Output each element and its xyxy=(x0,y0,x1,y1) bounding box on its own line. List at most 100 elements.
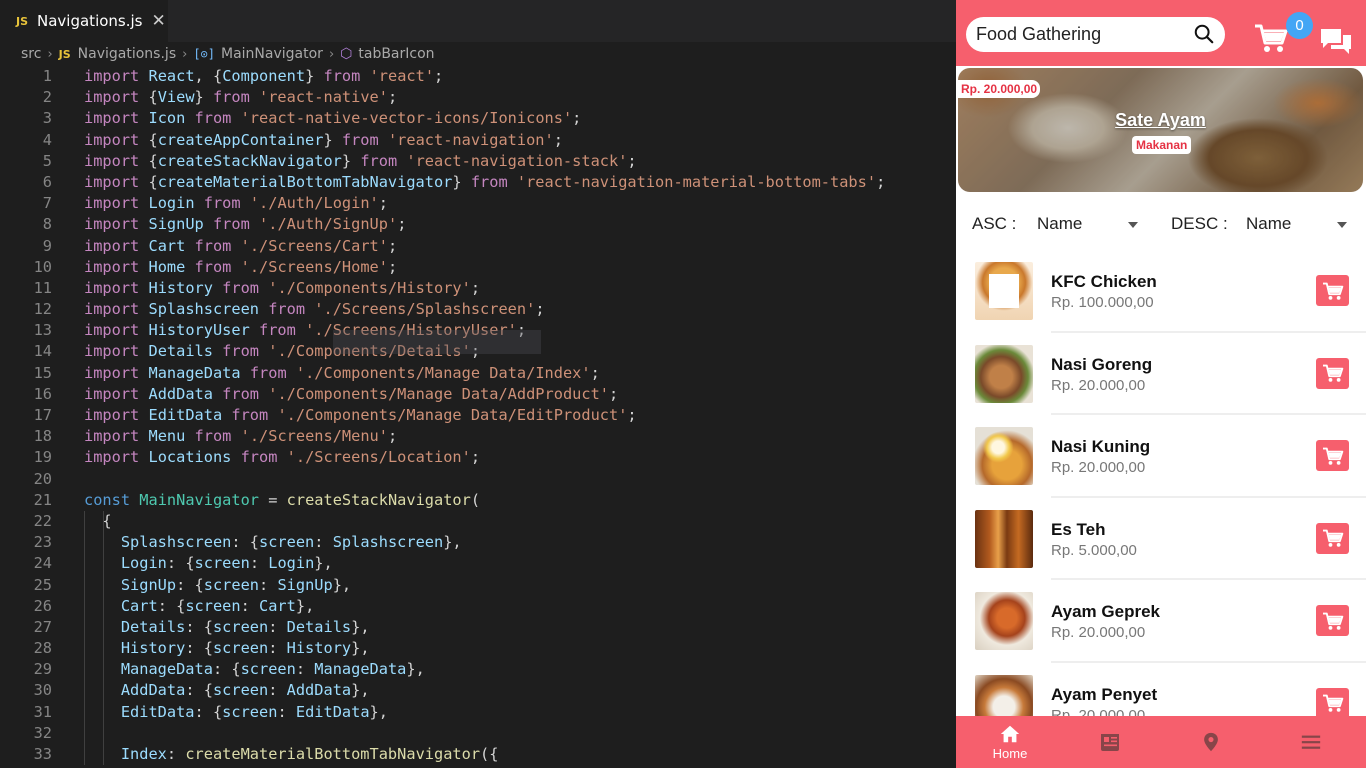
code-token: SignUp xyxy=(120,575,177,594)
code-token: { xyxy=(139,88,158,107)
breadcrumb-folder[interactable]: src xyxy=(21,46,41,62)
product-price: Rp. 20.000,00 xyxy=(1051,624,1146,642)
code-text: Index: createMaterialBottomTabNavigator(… xyxy=(84,744,499,765)
code-token: './Components/Manage Data/EditProduct' xyxy=(277,406,628,424)
line-number: 29 xyxy=(33,660,52,679)
tab-navigations-js[interactable]: JS Navigations.js ✕ xyxy=(0,0,168,42)
menu-icon xyxy=(1301,735,1321,749)
chat-icon[interactable] xyxy=(1319,26,1353,56)
close-icon[interactable]: ✕ xyxy=(151,11,165,31)
chevron-right-icon: › xyxy=(47,46,53,62)
code-text: import SignUp from './Auth/SignUp'; xyxy=(84,214,406,235)
code-token: HistoryUser xyxy=(148,321,250,340)
code-token: ; xyxy=(470,448,481,467)
search-box[interactable] xyxy=(966,17,1225,52)
list-item[interactable]: Nasi Goreng Rp. 20.000,00 xyxy=(956,333,1366,416)
home-icon xyxy=(1000,725,1020,743)
add-to-cart-button[interactable] xyxy=(1316,687,1349,719)
code-text: import {createAppContainer} from 'react-… xyxy=(84,130,563,151)
nav-home[interactable]: Home xyxy=(960,716,1060,768)
code-line: 16 import AddData from './Components/Mana… xyxy=(0,384,956,405)
nav-location[interactable] xyxy=(1161,716,1261,768)
code-token: : { xyxy=(185,617,213,636)
product-list[interactable]: KFC Chicken Rp. 100.000,00 Nasi Goreng Rp. … xyxy=(956,250,1366,746)
add-to-cart-button[interactable] xyxy=(1316,275,1349,306)
code-token: Cart xyxy=(148,236,186,255)
chevron-down-icon[interactable] xyxy=(1128,222,1138,228)
code-text: import {createStackNavigator} from 'reac… xyxy=(84,151,637,172)
product-name: KFC Chicken xyxy=(1051,272,1157,291)
code-text: import ManageData from './Components/Man… xyxy=(84,363,600,384)
code-token: createMaterialBottomTabNavigator xyxy=(157,172,453,191)
breadcrumb-symbol-tabbaricon[interactable]: tabBarIcon xyxy=(358,46,434,62)
code-token: from xyxy=(231,406,269,424)
code-token: : xyxy=(268,639,287,658)
indent-guide xyxy=(103,701,104,723)
code-line: 33 Index: createMaterialBottomTabNavigat… xyxy=(0,744,956,766)
cart-icon[interactable] xyxy=(1254,22,1288,54)
code-token: 'react-native' xyxy=(259,88,388,107)
search-input[interactable] xyxy=(976,24,1186,45)
search-icon[interactable] xyxy=(1193,23,1215,45)
list-item[interactable]: Ayam Geprek Rp. 20.000,00 xyxy=(956,580,1366,663)
variable-icon: [⊙] xyxy=(193,47,215,61)
desc-select[interactable]: Name xyxy=(1246,214,1291,234)
asc-select[interactable]: Name xyxy=(1037,214,1082,234)
desc-label: DESC : xyxy=(1171,214,1228,233)
indent-guide xyxy=(84,701,85,723)
code-token: import xyxy=(84,194,140,213)
breadcrumb-symbol-mainnavigator[interactable]: MainNavigator xyxy=(221,46,323,62)
indent-guide xyxy=(84,744,85,766)
indent-guide xyxy=(84,574,85,596)
code-line: 27 Details: {screen: Details}, xyxy=(0,616,956,639)
code-token: from xyxy=(222,342,260,361)
location-pin-icon xyxy=(1204,732,1218,752)
breadcrumb-file[interactable]: Navigations.js xyxy=(78,46,176,62)
featured-banner[interactable]: Rp. 20.000,00 Sate Ayam Makanan xyxy=(958,68,1363,192)
code-token: : { xyxy=(185,639,213,658)
indent-guide xyxy=(84,510,85,533)
code-line: 28 History: {screen: History}, xyxy=(0,638,956,660)
add-to-cart-button[interactable] xyxy=(1316,522,1349,554)
list-item[interactable]: KFC Chicken Rp. 100.000,00 xyxy=(956,250,1366,333)
code-text: EditData: {screen: EditData}, xyxy=(84,702,388,723)
code-text: const MainNavigator = createStackNavigat… xyxy=(84,490,480,511)
bottom-navigation: Home xyxy=(956,716,1366,768)
banner-title[interactable]: Sate Ayam xyxy=(958,110,1363,131)
code-line: 1 import React, {Component} from 'react'; xyxy=(0,66,956,87)
chevron-down-icon[interactable] xyxy=(1337,222,1347,228)
mobile-app-preview: 0 Rp. 20.000,00 Sate Ayam Makanan ASC : … xyxy=(956,0,1366,768)
add-to-cart-icon xyxy=(1322,612,1343,630)
code-token: ; xyxy=(553,130,563,149)
code-token: ; xyxy=(572,109,582,128)
code-token: : { xyxy=(176,575,204,594)
code-token: } xyxy=(452,172,471,191)
indent-guide xyxy=(84,553,85,575)
line-number: 7 xyxy=(42,194,52,213)
code-token: Locations xyxy=(148,448,232,467)
code-token: }, xyxy=(443,533,462,552)
nav-menu[interactable] xyxy=(1261,716,1361,768)
add-to-cart-button[interactable] xyxy=(1316,357,1349,389)
code-token: : { xyxy=(166,554,195,573)
code-token: ; xyxy=(434,67,444,85)
list-item[interactable]: Nasi Kuning Rp. 20.000,00 xyxy=(956,415,1366,498)
code-token: ; xyxy=(876,172,886,191)
code-token: : xyxy=(268,617,287,636)
code-token: : { xyxy=(194,702,223,721)
code-token: Splashscreen xyxy=(120,533,232,552)
code-text: import Splashscreen from './Screens/Spla… xyxy=(84,299,545,320)
nav-news[interactable] xyxy=(1060,716,1160,768)
line-number: 32 xyxy=(33,723,52,742)
indent-guide xyxy=(103,553,104,575)
add-to-cart-button[interactable] xyxy=(1316,440,1349,472)
add-to-cart-button[interactable] xyxy=(1316,605,1349,637)
code-area[interactable]: 1 import React, {Component} from 'react';… xyxy=(0,66,956,768)
code-token: }, xyxy=(351,681,370,700)
code-token: 'react-native-vector-icons/Ionicons' xyxy=(240,109,573,128)
list-item[interactable]: Es Teh Rp. 5.000,00 xyxy=(956,498,1366,581)
product-thumbnail xyxy=(975,262,1033,320)
